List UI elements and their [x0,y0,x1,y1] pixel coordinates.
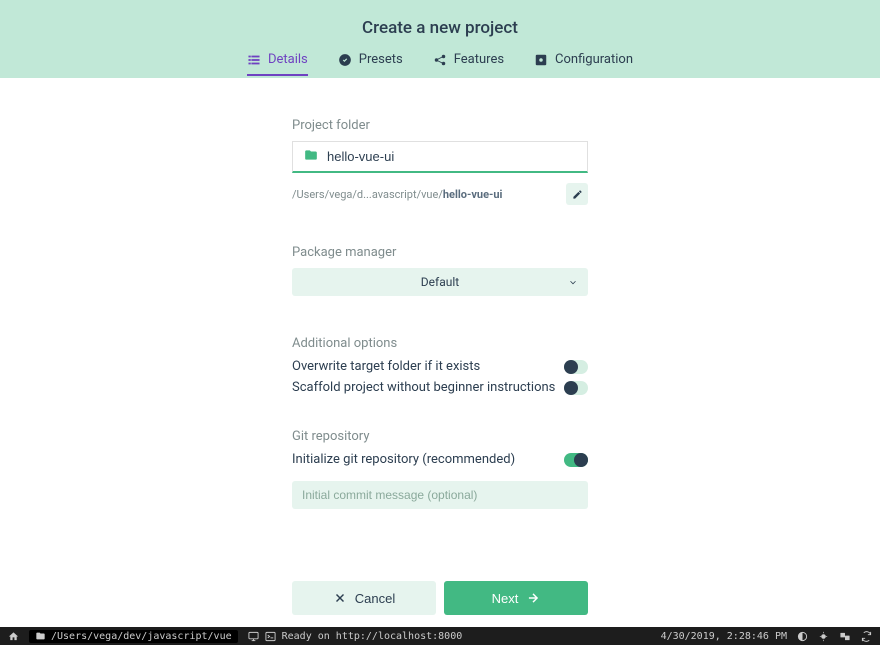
main-content: Project folder /Users/vega/d...avascript… [0,78,880,627]
tab-label: Details [268,52,308,67]
edit-path-button[interactable] [566,183,588,205]
commit-message-input[interactable] [292,481,588,509]
refresh-icon[interactable] [861,631,872,642]
status-terminal[interactable]: Ready on http://localhost:8000 [248,631,463,642]
overwrite-toggle[interactable] [564,360,588,374]
git-init-toggle[interactable] [564,453,588,467]
scaffold-option-label: Scaffold project without beginner instru… [292,380,555,395]
close-icon [333,591,347,605]
next-button[interactable]: Next [444,581,588,615]
tab-label: Configuration [555,52,633,67]
tab-label: Features [454,52,504,67]
package-manager-label: Package manager [292,245,588,260]
next-label: Next [492,591,519,606]
status-path[interactable]: /Users/vega/dev/javascript/vue [29,630,238,643]
bug-icon[interactable] [818,631,829,642]
project-folder-section: Project folder /Users/vega/d...avascript… [292,118,588,205]
list-icon [247,53,261,67]
chevron-down-icon [568,273,578,292]
git-label: Git repository [292,429,588,444]
cancel-label: Cancel [355,591,395,606]
monitor-icon [248,631,259,642]
project-folder-path-row: /Users/vega/d...avascript/vue/hello-vue-… [292,183,588,205]
package-manager-section: Package manager Default [292,245,588,296]
git-init-row: Initialize git repository (recommended) [292,452,588,467]
status-message: Ready on http://localhost:8000 [282,631,463,642]
tab-presets[interactable]: Presets [338,52,403,76]
share-icon [433,53,447,67]
project-folder-path: /Users/vega/d...avascript/vue/hello-vue-… [292,188,502,201]
contrast-icon[interactable] [797,631,808,642]
additional-options-label: Additional options [292,336,588,351]
git-section: Git repository Initialize git repository… [292,429,588,509]
action-bar: Cancel Next [292,581,588,627]
tab-details[interactable]: Details [247,52,308,76]
package-manager-select[interactable]: Default [292,268,588,296]
additional-options-section: Additional options Overwrite target fold… [292,336,588,401]
status-path-text: /Users/vega/dev/javascript/vue [51,631,232,642]
status-timestamp: 4/30/2019, 2:28:46 PM [661,631,787,642]
tabs: Details Presets Features Configuration [247,52,633,76]
cancel-button[interactable]: Cancel [292,581,436,615]
check-circle-icon [338,53,352,67]
folder-icon [303,147,319,166]
git-init-label: Initialize git repository (recommended) [292,452,515,467]
package-manager-value: Default [421,275,459,289]
project-folder-input[interactable] [327,149,577,164]
arrow-right-icon [526,591,540,605]
project-folder-label: Project folder [292,118,588,133]
tab-features[interactable]: Features [433,52,504,76]
translate-icon[interactable] [839,631,851,642]
terminal-icon [265,631,276,642]
tab-configuration[interactable]: Configuration [534,52,633,76]
project-folder-input-wrapper [292,141,588,173]
header: Create a new project Details Presets Fea… [0,0,880,78]
overwrite-option-label: Overwrite target folder if it exists [292,359,480,374]
status-bar: /Users/vega/dev/javascript/vue Ready on … [0,627,880,645]
scaffold-toggle[interactable] [564,381,588,395]
settings-box-icon [534,53,548,67]
tab-label: Presets [359,52,403,67]
page-title: Create a new project [362,18,518,38]
folder-icon [35,631,46,641]
scaffold-option-row: Scaffold project without beginner instru… [292,380,588,395]
overwrite-option-row: Overwrite target folder if it exists [292,359,588,374]
home-icon[interactable] [8,631,19,642]
